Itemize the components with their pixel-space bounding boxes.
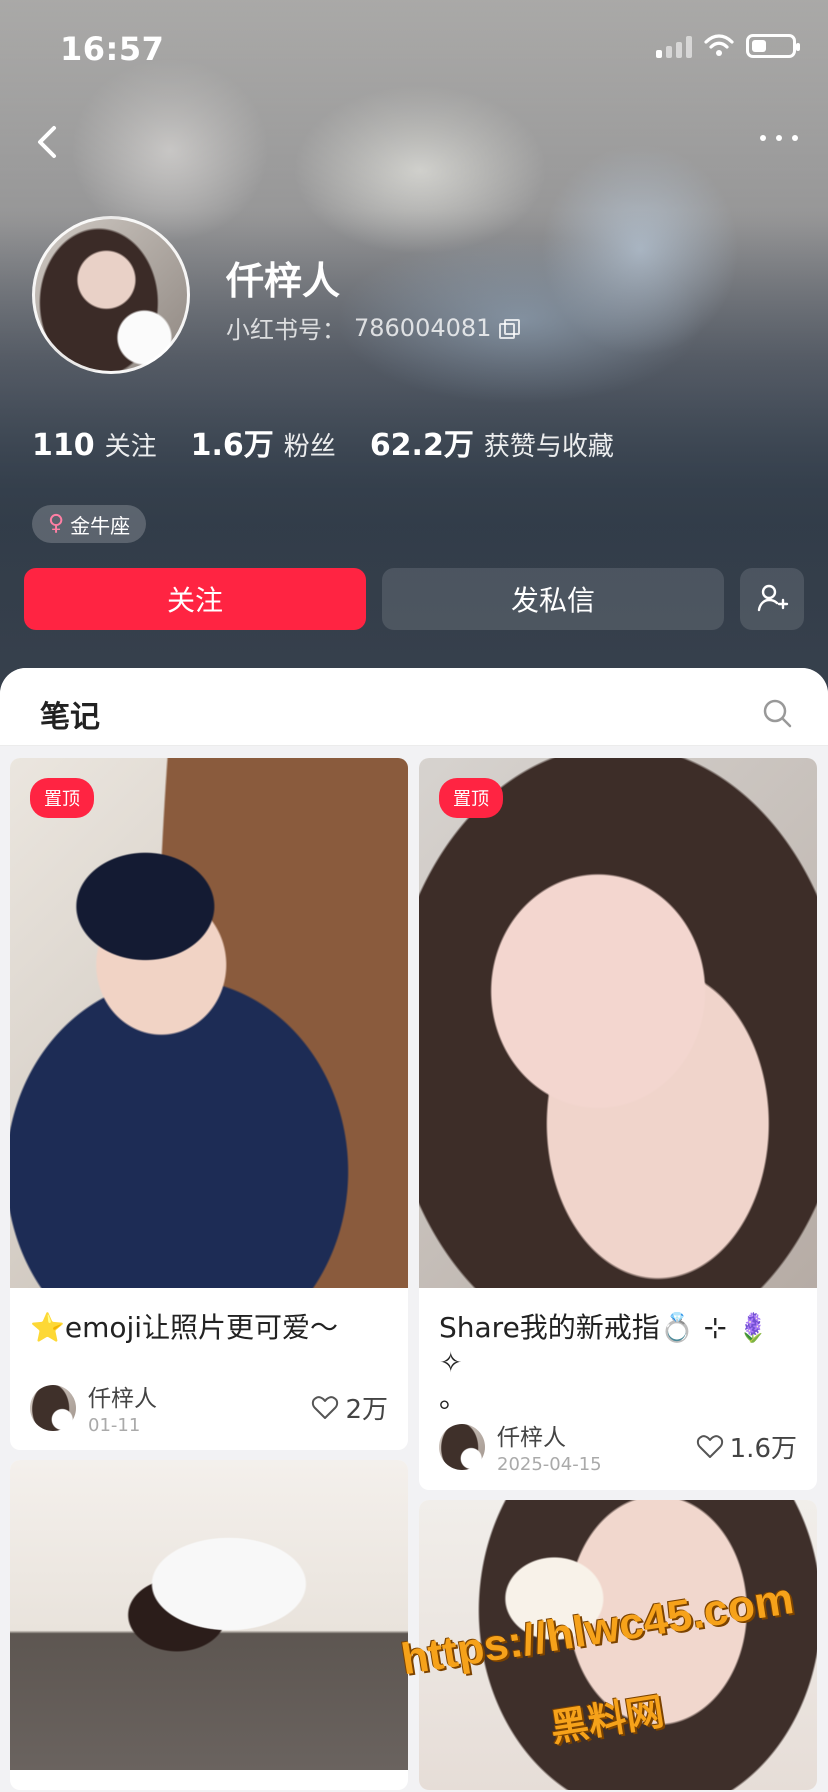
more-icon[interactable] — [760, 124, 798, 152]
like-count: 1.6万 — [729, 1434, 797, 1464]
female-icon: ♀ — [48, 511, 65, 536]
like-count: 2万 — [345, 1395, 388, 1425]
note-title-line1: Share我的新戒指💍 ⊹ 🪻 ✧ — [439, 1311, 771, 1379]
note-card-4[interactable] — [419, 1500, 817, 1790]
note-card-3[interactable] — [10, 1460, 408, 1790]
note-cover-image — [10, 758, 408, 1288]
profile-name: 仟梓人 — [226, 259, 341, 303]
profile-screen: 16:57 仟梓人 小红书号： 786004081 110 关注 1.6万 粉丝… — [0, 0, 828, 1792]
status-icons — [656, 34, 800, 58]
stat-likes-collects-label: 获赞与收藏 — [483, 432, 614, 462]
stat-likes-collects-value: 62.2万 — [369, 428, 474, 463]
stat-following-label: 关注 — [104, 432, 157, 462]
notes-sheet: 笔记 置顶 ⭐emoji让照片更可爱～ 仟梓人 01-11 2万 置顶 Shar… — [0, 668, 828, 1792]
note-date: 01-11 — [88, 1415, 141, 1436]
author-avatar[interactable] — [30, 1384, 76, 1431]
note-title: ⭐emoji让照片更可爱～ — [30, 1311, 339, 1344]
copy-icon[interactable] — [499, 318, 521, 339]
note-title-line2: 。 — [439, 1381, 468, 1414]
tab-notes[interactable]: 笔记 — [40, 692, 100, 736]
note-cover-image — [10, 1460, 408, 1770]
add-friend-button[interactable] — [740, 568, 804, 630]
author-name: 仟梓人 — [497, 1425, 566, 1451]
follow-button[interactable]: 关注 — [24, 568, 366, 630]
zodiac-tag-label: 金牛座 — [70, 513, 131, 538]
note-date: 2025-04-15 — [497, 1454, 602, 1475]
heart-icon — [696, 1434, 723, 1458]
stat-following-value: 110 — [32, 428, 95, 463]
note-title: Share我的新戒指💍 ⊹ 🪻 ✧ 。 — [439, 1310, 797, 1415]
battery-icon — [746, 34, 800, 58]
stat-followers-label: 粉丝 — [283, 432, 336, 462]
note-likes[interactable]: 2万 — [311, 1389, 388, 1426]
pinned-badge: 置顶 — [30, 778, 94, 818]
profile-stats: 110 关注 1.6万 粉丝 62.2万 获赞与收藏 — [32, 420, 648, 464]
back-icon[interactable] — [30, 120, 70, 164]
stat-followers-value: 1.6万 — [190, 428, 274, 463]
author-info: 仟梓人 2025-04-15 — [497, 1418, 696, 1475]
profile-id-value: 786004081 — [354, 313, 492, 342]
notes-tabbar: 笔记 — [0, 668, 828, 746]
note-cover-image — [419, 1500, 817, 1790]
heart-icon — [312, 1395, 339, 1419]
search-icon[interactable] — [762, 698, 792, 728]
status-time: 16:57 — [60, 30, 165, 68]
wifi-icon — [704, 34, 734, 56]
pinned-badge: 置顶 — [439, 778, 503, 818]
avatar[interactable] — [32, 216, 190, 374]
cellular-signal-icon — [656, 34, 692, 58]
note-meta: 仟梓人 2025-04-15 1.6万 — [439, 1418, 797, 1475]
stat-likes-collects[interactable]: 62.2万 获赞与收藏 — [370, 420, 614, 464]
add-user-icon — [757, 584, 789, 612]
note-cover-image — [419, 758, 817, 1288]
message-button[interactable]: 发私信 — [382, 568, 724, 630]
stat-following[interactable]: 110 关注 — [32, 426, 157, 463]
note-card-2[interactable]: 置顶 Share我的新戒指💍 ⊹ 🪻 ✧ 。 仟梓人 2025-04-15 1.… — [419, 758, 817, 1490]
author-name: 仟梓人 — [88, 1386, 157, 1412]
profile-id-label: 小红书号： — [226, 316, 346, 344]
note-likes[interactable]: 1.6万 — [696, 1428, 797, 1465]
author-avatar[interactable] — [439, 1423, 485, 1470]
note-card-1[interactable]: 置顶 ⭐emoji让照片更可爱～ 仟梓人 01-11 2万 — [10, 758, 408, 1450]
profile-id: 小红书号： 786004081 — [226, 310, 521, 345]
note-meta: 仟梓人 01-11 2万 — [30, 1379, 388, 1436]
zodiac-tag: ♀ 金牛座 — [32, 505, 147, 543]
stat-followers[interactable]: 1.6万 粉丝 — [191, 420, 336, 464]
author-info: 仟梓人 01-11 — [88, 1379, 311, 1436]
